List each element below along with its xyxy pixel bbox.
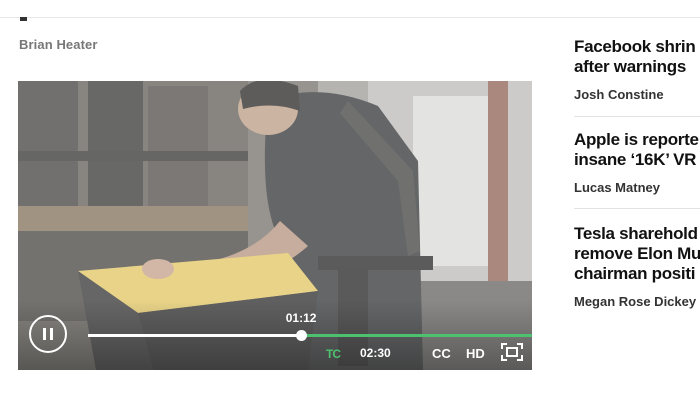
story-card[interactable]: Apple is reporte insane ‘16K’ VR Lucas M… xyxy=(574,130,700,195)
captions-button[interactable]: CC xyxy=(432,346,451,361)
brand-logo[interactable]: TC xyxy=(326,347,341,361)
video-player[interactable]: 01:12 TC 02:30 CC HD xyxy=(18,81,532,370)
seek-bar[interactable] xyxy=(88,334,532,337)
article-byline[interactable]: Brian Heater xyxy=(19,37,98,52)
fullscreen-icon[interactable] xyxy=(501,343,523,361)
seek-bar-played xyxy=(88,334,302,337)
story-divider xyxy=(574,116,700,117)
story-author[interactable]: Megan Rose Dickey xyxy=(574,294,700,309)
pause-button[interactable] xyxy=(29,315,67,353)
related-stories: Facebook shrin after warnings Josh Const… xyxy=(574,0,700,404)
story-card[interactable]: Tesla sharehold remove Elon Mu chairman … xyxy=(574,224,700,309)
current-time: 01:12 xyxy=(285,311,317,325)
hd-quality-button[interactable]: HD xyxy=(466,346,485,361)
pause-icon xyxy=(43,328,46,340)
title-fragment xyxy=(20,17,27,21)
story-author[interactable]: Josh Constine xyxy=(574,87,700,102)
pause-icon-bar xyxy=(50,328,53,340)
story-headline[interactable]: Facebook shrin after warnings xyxy=(574,37,700,77)
duration: 02:30 xyxy=(360,346,391,360)
story-headline[interactable]: Apple is reporte insane ‘16K’ VR xyxy=(574,130,700,170)
story-divider xyxy=(574,208,700,209)
story-author[interactable]: Lucas Matney xyxy=(574,180,700,195)
story-card[interactable]: Facebook shrin after warnings Josh Const… xyxy=(574,37,700,102)
seek-bar-buffered xyxy=(301,334,532,337)
story-headline[interactable]: Tesla sharehold remove Elon Mu chairman … xyxy=(574,224,700,284)
